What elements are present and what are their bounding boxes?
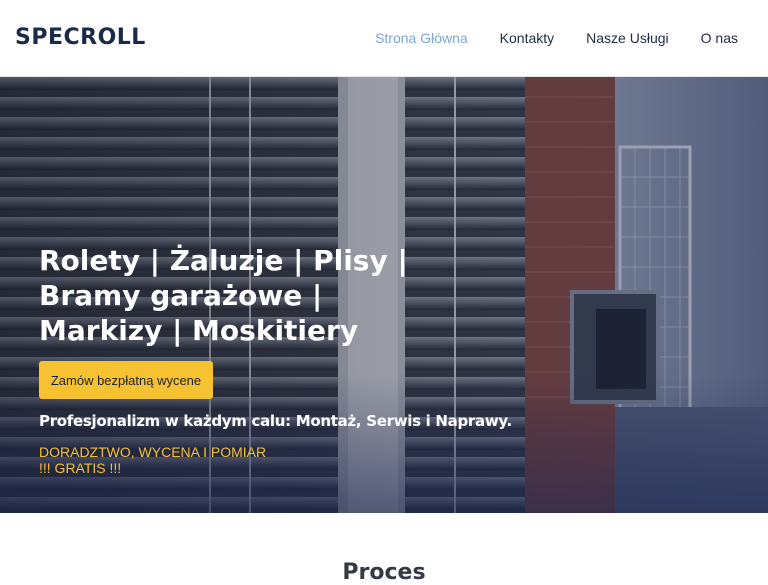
promo-line: DORADZTWO, WYCENA I POMIAR	[39, 444, 267, 460]
hero-title-line: Rolety | Żaluzje | Plisy |	[39, 244, 408, 277]
promo-line: !!! GRATIS !!!	[39, 460, 122, 476]
process-heading: Proces	[342, 560, 426, 585]
hero-title: Rolety | Żaluzje | Plisy | Bramy garażow…	[39, 243, 408, 348]
hero-section: Rolety | Żaluzje | Plisy | Bramy garażow…	[0, 77, 768, 513]
logo[interactable]: SPECROLL	[15, 25, 146, 50]
promo-text: DORADZTWO, WYCENA I POMIAR !!! GRATIS !!…	[39, 444, 299, 476]
hero-title-line: Bramy garażowe |	[39, 279, 323, 312]
main-nav: Strona Główna Kontakty Nasze Usługi O na…	[343, 30, 738, 46]
nav-about[interactable]: O nas	[701, 30, 738, 46]
nav-contacts[interactable]: Kontakty	[500, 30, 554, 46]
nav-services[interactable]: Nasze Usługi	[586, 30, 668, 46]
free-quote-button[interactable]: Zamów bezpłatną wycene	[39, 361, 213, 399]
site-header: SPECROLL Strona Główna Kontakty Nasze Us…	[0, 0, 768, 77]
nav-home[interactable]: Strona Główna	[375, 30, 468, 46]
hero-tagline: Profesjonalizm w każdym calu: Montaż, Se…	[39, 412, 512, 430]
hero-title-line: Markizy | Moskitiery	[39, 314, 359, 347]
